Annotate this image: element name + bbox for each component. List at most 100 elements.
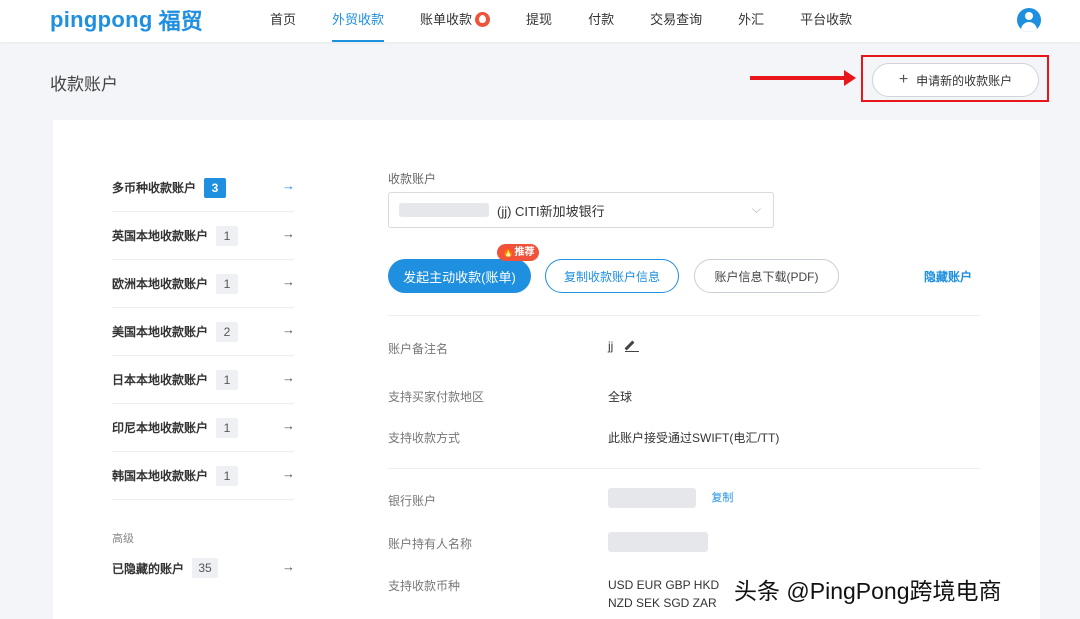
arrow-right-icon: → — [282, 370, 295, 385]
redacted-account-number — [399, 203, 489, 217]
note-value: jj — [608, 339, 614, 353]
count-badge: 1 — [216, 225, 239, 246]
currency-line-1: USD EUR GBP HKD — [608, 578, 720, 592]
method-value: 此账户接受通过SWIFT(电汇/TT) — [608, 431, 780, 445]
nav-item-bill-collection[interactable]: 账单收款 — [420, 0, 491, 42]
list-item-label: 日本本地收款账户 — [112, 373, 209, 387]
method-label: 支持收款方式 — [388, 431, 461, 445]
nav-item-forex[interactable]: 外汇 — [738, 0, 764, 42]
arrow-right-icon: → — [282, 178, 295, 193]
currency-value: USD EUR GBP HKD NZD SEK SGD ZAR — [608, 576, 719, 612]
list-item-label: 欧洲本地收款账户 — [112, 277, 209, 291]
list-item-uk[interactable]: 英国本地收款账户 1 → — [112, 212, 295, 260]
list-item-jp[interactable]: 日本本地收款账户 1 → — [112, 356, 295, 404]
button-label: 复制收款账户信息 — [563, 269, 660, 284]
plus-icon: + — [898, 71, 909, 88]
apply-button-label: 申请新的收款账户 — [916, 73, 1013, 88]
nav-item-home[interactable]: 首页 — [270, 0, 296, 42]
brand-name-en: pingpong — [50, 7, 153, 32]
list-item-eu[interactable]: 欧洲本地收款账户 1 → — [112, 260, 295, 308]
nav-item-transactions[interactable]: 交易查询 — [650, 0, 702, 42]
advanced-section-label: 高级 — [112, 533, 134, 545]
avatar-head — [1025, 12, 1033, 20]
count-badge: 1 — [216, 417, 239, 438]
download-pdf-button[interactable]: 账户信息下载(PDF) — [694, 259, 839, 293]
list-item-hidden-accounts[interactable]: 已隐藏的账户 35 → — [112, 556, 295, 580]
arrow-right-icon: → — [282, 418, 295, 433]
button-label: 发起主动收款(账单) — [403, 269, 516, 285]
nav-item-platform-collection[interactable]: 平台收款 — [800, 0, 852, 42]
region-label: 支持买家付款地区 — [388, 390, 485, 404]
currency-line-2: NZD SEK SGD ZAR — [608, 596, 717, 610]
list-item-label: 已隐藏的账户 — [112, 561, 185, 576]
nav-label: 交易查询 — [650, 12, 703, 27]
list-item-id[interactable]: 印尼本地收款账户 1 → — [112, 404, 295, 452]
account-select-label: 收款账户 — [388, 172, 437, 186]
avatar-body — [1021, 22, 1037, 32]
chevron-down-icon: ⌵ — [751, 202, 761, 216]
count-badge: 1 — [216, 369, 239, 390]
redacted-holder-name — [608, 532, 708, 552]
brand-logo[interactable]: pingpong 福贸 — [50, 5, 203, 35]
account-type-list: 多币种收款账户 3 → 英国本地收款账户 1 → 欧洲本地收款账户 1 → 美国… — [112, 164, 295, 500]
count-badge: 3 — [204, 177, 227, 198]
user-avatar-icon[interactable] — [1017, 8, 1041, 32]
top-navigation-bar: pingpong 福贸 首页 外贸收款 账单收款 提现 付款 交易查询 外汇 平… — [0, 0, 1080, 42]
holder-label: 账户持有人名称 — [388, 537, 473, 551]
list-item-label: 韩国本地收款账户 — [112, 469, 209, 483]
watermark: 头条 @PingPong跨境电商 — [734, 578, 1002, 604]
note-value-row: jj — [608, 338, 639, 353]
list-item-us[interactable]: 美国本地收款账户 2 → — [112, 308, 295, 356]
copy-bank-account-link[interactable]: 复制 — [711, 492, 733, 504]
list-item-label: 印尼本地收款账户 — [112, 421, 209, 435]
arrow-right-icon: → — [282, 274, 295, 289]
nav-item-withdraw[interactable]: 提现 — [526, 0, 552, 42]
annotation-arrow — [750, 70, 856, 86]
recommend-badge: 🔥推荐 — [497, 244, 540, 261]
divider — [388, 468, 980, 469]
nav-label: 提现 — [526, 12, 553, 27]
copy-account-info-button[interactable]: 复制收款账户信息 — [545, 259, 679, 293]
arrow-right-icon: → — [282, 226, 295, 241]
fire-icon — [475, 12, 491, 27]
bank-account-label: 银行账户 — [388, 494, 437, 508]
nav-label: 首页 — [270, 12, 297, 27]
redacted-bank-account — [608, 488, 696, 508]
list-item-label: 多币种收款账户 — [112, 181, 197, 195]
region-value: 全球 — [608, 390, 633, 404]
list-item-kr[interactable]: 韩国本地收款账户 1 → — [112, 452, 295, 500]
arrow-right-icon: → — [282, 466, 295, 481]
nav-label: 外贸收款 — [332, 12, 385, 27]
brand-name-cn: 福贸 — [158, 9, 203, 34]
list-item-label: 英国本地收款账户 — [112, 229, 209, 243]
fire-icon: 🔥 — [502, 247, 515, 258]
count-badge: 2 — [216, 321, 239, 342]
hide-account-link[interactable]: 隐藏账户 — [924, 268, 972, 285]
nav-item-trade-collection[interactable]: 外贸收款 — [332, 0, 385, 42]
nav-label: 平台收款 — [800, 12, 853, 27]
account-select-value: (jj) CITI新加坡银行 — [497, 203, 605, 219]
currency-label: 支持收款币种 — [388, 579, 461, 593]
nav-item-payment[interactable]: 付款 — [588, 0, 614, 42]
nav-label: 外汇 — [738, 12, 765, 27]
note-label: 账户备注名 — [388, 342, 449, 356]
list-item-label: 美国本地收款账户 — [112, 325, 209, 339]
apply-new-account-button[interactable]: + 申请新的收款账户 — [872, 63, 1039, 97]
account-select[interactable]: (jj) CITI新加坡银行 ⌵ — [388, 192, 774, 228]
initiate-collection-button[interactable]: 发起主动收款(账单) — [388, 259, 531, 293]
count-badge: 1 — [216, 273, 239, 294]
arrow-right-icon: → — [282, 559, 295, 574]
count-badge: 1 — [216, 465, 239, 486]
nav-label: 账单收款 — [420, 12, 473, 27]
page-title: 收款账户 — [50, 75, 118, 94]
divider — [388, 315, 980, 316]
count-badge: 35 — [192, 558, 219, 578]
list-item-multi-currency[interactable]: 多币种收款账户 3 → — [112, 164, 295, 212]
button-label: 账户信息下载(PDF) — [714, 269, 819, 284]
arrow-right-icon: → — [282, 322, 295, 337]
bank-account-value: 复制 — [608, 488, 733, 508]
main-nav: 首页 外贸收款 账单收款 提现 付款 交易查询 外汇 平台收款 — [270, 0, 888, 42]
holder-value — [608, 532, 708, 555]
recommend-badge-label: 推荐 — [514, 247, 535, 258]
pencil-edit-icon[interactable] — [624, 338, 639, 352]
